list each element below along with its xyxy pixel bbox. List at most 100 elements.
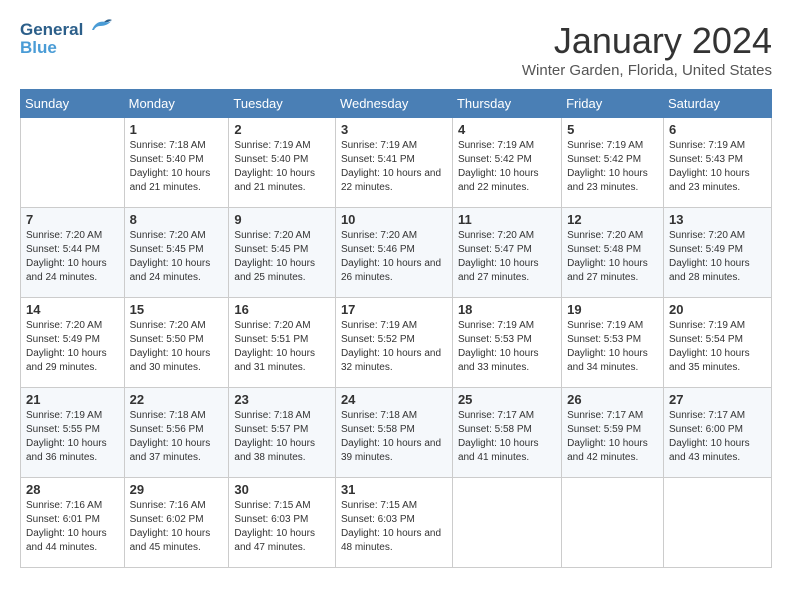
day-number: 9 [234,212,330,227]
logo-line2: Blue [20,38,57,58]
cell-content: Sunrise: 7:15 AMSunset: 6:03 PMDaylight:… [341,499,447,555]
calendar-cell: 12 Sunrise: 7:20 AMSunset: 5:48 PMDayligh… [562,208,664,298]
calendar-week-row: 1 Sunrise: 7:18 AMSunset: 5:40 PMDaylight… [21,118,772,208]
calendar-cell: 24 Sunrise: 7:18 AMSunset: 5:58 PMDayligh… [335,388,452,478]
cell-content: Sunrise: 7:15 AMSunset: 6:03 PMDaylight:… [234,499,330,555]
day-number: 6 [669,122,766,137]
cell-content: Sunrise: 7:20 AMSunset: 5:45 PMDaylight:… [130,229,224,285]
day-number: 30 [234,482,330,497]
calendar-cell: 27 Sunrise: 7:17 AMSunset: 6:00 PMDayligh… [663,388,771,478]
cell-content: Sunrise: 7:19 AMSunset: 5:53 PMDaylight:… [458,319,556,375]
day-number: 22 [130,392,224,407]
cell-content: Sunrise: 7:20 AMSunset: 5:46 PMDaylight:… [341,229,447,285]
cell-content: Sunrise: 7:20 AMSunset: 5:48 PMDaylight:… [567,229,658,285]
day-number: 4 [458,122,556,137]
calendar-cell: 16 Sunrise: 7:20 AMSunset: 5:51 PMDayligh… [229,298,336,388]
cell-content: Sunrise: 7:19 AMSunset: 5:42 PMDaylight:… [567,139,658,195]
cell-content: Sunrise: 7:17 AMSunset: 5:59 PMDaylight:… [567,409,658,465]
day-number: 25 [458,392,556,407]
calendar-cell: 8 Sunrise: 7:20 AMSunset: 5:45 PMDaylight… [124,208,229,298]
calendar-cell: 26 Sunrise: 7:17 AMSunset: 5:59 PMDayligh… [562,388,664,478]
day-number: 18 [458,302,556,317]
calendar-table: SundayMondayTuesdayWednesdayThursdayFrid… [20,89,772,568]
cell-content: Sunrise: 7:20 AMSunset: 5:44 PMDaylight:… [26,229,119,285]
cell-content: Sunrise: 7:20 AMSunset: 5:45 PMDaylight:… [234,229,330,285]
calendar-cell: 20 Sunrise: 7:19 AMSunset: 5:54 PMDayligh… [663,298,771,388]
day-number: 23 [234,392,330,407]
day-number: 14 [26,302,119,317]
cell-content: Sunrise: 7:20 AMSunset: 5:49 PMDaylight:… [26,319,119,375]
day-number: 1 [130,122,224,137]
day-number: 19 [567,302,658,317]
calendar-cell: 7 Sunrise: 7:20 AMSunset: 5:44 PMDaylight… [21,208,125,298]
calendar-cell: 23 Sunrise: 7:18 AMSunset: 5:57 PMDayligh… [229,388,336,478]
calendar-cell [663,478,771,568]
calendar-cell: 29 Sunrise: 7:16 AMSunset: 6:02 PMDayligh… [124,478,229,568]
day-of-week-header: Sunday [21,90,125,118]
day-number: 21 [26,392,119,407]
calendar-cell: 6 Sunrise: 7:19 AMSunset: 5:43 PMDaylight… [663,118,771,208]
cell-content: Sunrise: 7:20 AMSunset: 5:51 PMDaylight:… [234,319,330,375]
cell-content: Sunrise: 7:19 AMSunset: 5:42 PMDaylight:… [458,139,556,195]
calendar-cell: 28 Sunrise: 7:16 AMSunset: 6:01 PMDayligh… [21,478,125,568]
calendar-cell [452,478,561,568]
calendar-cell: 2Sunrise: 7:19 AMSunset: 5:40 PMDaylight… [229,118,336,208]
calendar-cell: 15Sunrise: 7:20 AMSunset: 5:50 PMDayligh… [124,298,229,388]
calendar-week-row: 7 Sunrise: 7:20 AMSunset: 5:44 PMDaylight… [21,208,772,298]
day-number: 7 [26,212,119,227]
calendar-week-row: 28 Sunrise: 7:16 AMSunset: 6:01 PMDayligh… [21,478,772,568]
calendar-cell: 11 Sunrise: 7:20 AMSunset: 5:47 PMDayligh… [452,208,561,298]
calendar-cell: 25Sunrise: 7:17 AMSunset: 5:58 PMDayligh… [452,388,561,478]
cell-content: Sunrise: 7:19 AMSunset: 5:43 PMDaylight:… [669,139,766,195]
calendar-cell: 31 Sunrise: 7:15 AMSunset: 6:03 PMDayligh… [335,478,452,568]
day-number: 12 [567,212,658,227]
calendar-header-row: SundayMondayTuesdayWednesdayThursdayFrid… [21,90,772,118]
calendar-cell: 4 Sunrise: 7:19 AMSunset: 5:42 PMDaylight… [452,118,561,208]
day-number: 16 [234,302,330,317]
calendar-cell: 5 Sunrise: 7:19 AMSunset: 5:42 PMDaylight… [562,118,664,208]
day-of-week-header: Saturday [663,90,771,118]
cell-content: Sunrise: 7:16 AMSunset: 6:01 PMDaylight:… [26,499,119,555]
day-of-week-header: Monday [124,90,229,118]
day-number: 11 [458,212,556,227]
day-number: 28 [26,482,119,497]
cell-content: Sunrise: 7:16 AMSunset: 6:02 PMDaylight:… [130,499,224,555]
calendar-cell: 22Sunrise: 7:18 AMSunset: 5:56 PMDayligh… [124,388,229,478]
day-number: 8 [130,212,224,227]
cell-content: Sunrise: 7:20 AMSunset: 5:49 PMDaylight:… [669,229,766,285]
day-number: 26 [567,392,658,407]
day-number: 31 [341,482,447,497]
day-number: 5 [567,122,658,137]
day-number: 27 [669,392,766,407]
cell-content: Sunrise: 7:18 AMSunset: 5:58 PMDaylight:… [341,409,447,465]
day-number: 3 [341,122,447,137]
calendar-cell: 30 Sunrise: 7:15 AMSunset: 6:03 PMDayligh… [229,478,336,568]
calendar-cell: 17 Sunrise: 7:19 AMSunset: 5:52 PMDayligh… [335,298,452,388]
day-number: 17 [341,302,447,317]
cell-content: Sunrise: 7:18 AMSunset: 5:57 PMDaylight:… [234,409,330,465]
cell-content: Sunrise: 7:19 AMSunset: 5:54 PMDaylight:… [669,319,766,375]
cell-content: Sunrise: 7:19 AMSunset: 5:52 PMDaylight:… [341,319,447,375]
page-header: General Blue January 2024 Winter Garden,… [20,20,772,79]
day-number: 24 [341,392,447,407]
day-of-week-header: Wednesday [335,90,452,118]
cell-content: Sunrise: 7:20 AMSunset: 5:47 PMDaylight:… [458,229,556,285]
month-title: January 2024 [522,20,772,62]
calendar-cell: 10 Sunrise: 7:20 AMSunset: 5:46 PMDayligh… [335,208,452,298]
logo: General Blue [20,20,114,58]
day-number: 13 [669,212,766,227]
cell-content: Sunrise: 7:19 AMSunset: 5:55 PMDaylight:… [26,409,119,465]
cell-content: Sunrise: 7:19 AMSunset: 5:53 PMDaylight:… [567,319,658,375]
cell-content: Sunrise: 7:17 AMSunset: 6:00 PMDaylight:… [669,409,766,465]
cell-content: Sunrise: 7:18 AMSunset: 5:40 PMDaylight:… [130,139,224,195]
cell-content: Sunrise: 7:19 AMSunset: 5:41 PMDaylight:… [341,139,447,195]
day-number: 10 [341,212,447,227]
cell-content: Sunrise: 7:19 AMSunset: 5:40 PMDaylight:… [234,139,330,195]
day-number: 29 [130,482,224,497]
calendar-week-row: 21 Sunrise: 7:19 AMSunset: 5:55 PMDayligh… [21,388,772,478]
day-number: 20 [669,302,766,317]
calendar-week-row: 14 Sunrise: 7:20 AMSunset: 5:49 PMDayligh… [21,298,772,388]
day-of-week-header: Friday [562,90,664,118]
calendar-cell: 19 Sunrise: 7:19 AMSunset: 5:53 PMDayligh… [562,298,664,388]
calendar-cell: 13 Sunrise: 7:20 AMSunset: 5:49 PMDayligh… [663,208,771,298]
